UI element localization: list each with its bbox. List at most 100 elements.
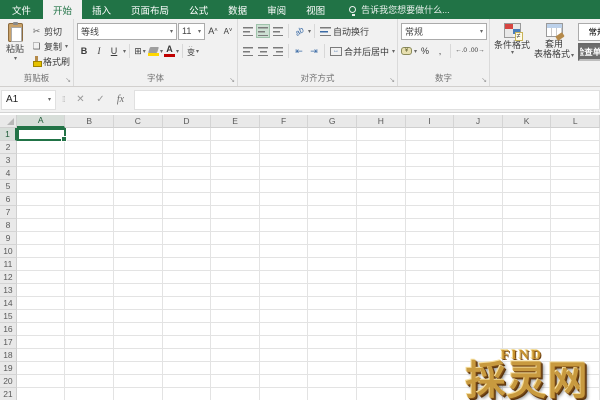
- row-header-21[interactable]: 21: [0, 388, 17, 400]
- cell-K14[interactable]: [503, 297, 552, 310]
- cell-F20[interactable]: [260, 375, 309, 388]
- cell-G19[interactable]: [308, 362, 357, 375]
- cell-D10[interactable]: [163, 245, 212, 258]
- copy-dropdown-icon[interactable]: ▾: [65, 43, 68, 50]
- align-bottom-button[interactable]: [271, 24, 285, 38]
- row-header-2[interactable]: 2: [0, 141, 17, 154]
- cell-I11[interactable]: [406, 258, 455, 271]
- italic-button[interactable]: I: [92, 43, 106, 59]
- underline-button[interactable]: U: [107, 43, 121, 59]
- cell-L16[interactable]: [551, 323, 600, 336]
- cell-H14[interactable]: [357, 297, 406, 310]
- cell-B11[interactable]: [65, 258, 114, 271]
- cell-A8[interactable]: [17, 219, 66, 232]
- cell-J14[interactable]: [454, 297, 503, 310]
- cell-I4[interactable]: [406, 167, 455, 180]
- cell-B3[interactable]: [65, 154, 114, 167]
- copy-button[interactable]: ❏ 复制 ▾: [29, 39, 72, 53]
- cell-C5[interactable]: [114, 180, 163, 193]
- cell-C16[interactable]: [114, 323, 163, 336]
- cell-D17[interactable]: [163, 336, 212, 349]
- cell-L15[interactable]: [551, 310, 600, 323]
- cell-C15[interactable]: [114, 310, 163, 323]
- alignment-dialog-launcher-icon[interactable]: ↘: [389, 77, 395, 84]
- cell-J11[interactable]: [454, 258, 503, 271]
- name-box[interactable]: A1 ▾: [1, 90, 56, 110]
- cell-G14[interactable]: [308, 297, 357, 310]
- cell-F5[interactable]: [260, 180, 309, 193]
- cell-H7[interactable]: [357, 206, 406, 219]
- cell-D3[interactable]: [163, 154, 212, 167]
- cell-D15[interactable]: [163, 310, 212, 323]
- cell-G9[interactable]: [308, 232, 357, 245]
- cell-K4[interactable]: [503, 167, 552, 180]
- cell-E12[interactable]: [211, 271, 260, 284]
- cell-E16[interactable]: [211, 323, 260, 336]
- cell-A3[interactable]: [17, 154, 66, 167]
- cell-K18[interactable]: [503, 349, 552, 362]
- cell-D6[interactable]: [163, 193, 212, 206]
- cell-J21[interactable]: [454, 388, 503, 400]
- cell-I14[interactable]: [406, 297, 455, 310]
- cell-C14[interactable]: [114, 297, 163, 310]
- cell-L11[interactable]: [551, 258, 600, 271]
- tab-home[interactable]: 开始: [43, 0, 82, 19]
- cell-B20[interactable]: [65, 375, 114, 388]
- cell-F2[interactable]: [260, 141, 309, 154]
- column-header-J[interactable]: J: [454, 115, 503, 128]
- cell-F6[interactable]: [260, 193, 309, 206]
- insert-function-button[interactable]: fx: [110, 94, 130, 105]
- cell-I8[interactable]: [406, 219, 455, 232]
- wrap-text-button[interactable]: 自动换行: [318, 24, 371, 38]
- cell-H20[interactable]: [357, 375, 406, 388]
- align-top-button[interactable]: [241, 24, 255, 38]
- align-right-button[interactable]: [271, 44, 285, 58]
- row-header-8[interactable]: 8: [0, 219, 17, 232]
- tab-view[interactable]: 视图: [296, 0, 335, 19]
- cell-G5[interactable]: [308, 180, 357, 193]
- cell-H4[interactable]: [357, 167, 406, 180]
- row-header-16[interactable]: 16: [0, 323, 17, 336]
- cell-A2[interactable]: [17, 141, 66, 154]
- cell-J2[interactable]: [454, 141, 503, 154]
- format-as-table-button[interactable]: 套用 表格格式▾: [533, 21, 575, 60]
- cell-I21[interactable]: [406, 388, 455, 400]
- cell-I7[interactable]: [406, 206, 455, 219]
- cell-J20[interactable]: [454, 375, 503, 388]
- row-header-1[interactable]: 1: [0, 128, 17, 141]
- cell-L13[interactable]: [551, 284, 600, 297]
- decrease-indent-button[interactable]: ⇤: [292, 44, 306, 58]
- cell-J15[interactable]: [454, 310, 503, 323]
- increase-decimal-button[interactable]: ←.0: [454, 43, 468, 59]
- cell-H15[interactable]: [357, 310, 406, 323]
- paste-dropdown-icon[interactable]: ▾: [14, 55, 17, 62]
- cell-L3[interactable]: [551, 154, 600, 167]
- cell-J9[interactable]: [454, 232, 503, 245]
- row-header-10[interactable]: 10: [0, 245, 17, 258]
- cell-B9[interactable]: [65, 232, 114, 245]
- tab-formulas[interactable]: 公式: [179, 0, 218, 19]
- cell-L7[interactable]: [551, 206, 600, 219]
- cell-L21[interactable]: [551, 388, 600, 400]
- cell-B4[interactable]: [65, 167, 114, 180]
- orientation-button[interactable]: ab: [292, 24, 306, 38]
- column-header-E[interactable]: E: [211, 115, 260, 128]
- cell-F14[interactable]: [260, 297, 309, 310]
- cell-H8[interactable]: [357, 219, 406, 232]
- cell-A19[interactable]: [17, 362, 66, 375]
- cell-G11[interactable]: [308, 258, 357, 271]
- cell-E18[interactable]: [211, 349, 260, 362]
- cell-E11[interactable]: [211, 258, 260, 271]
- cancel-button[interactable]: ✕: [70, 94, 90, 105]
- cell-I1[interactable]: [406, 128, 455, 141]
- row-header-7[interactable]: 7: [0, 206, 17, 219]
- phonetic-guide-button[interactable]: ··变 ▾: [186, 43, 200, 59]
- cell-G21[interactable]: [308, 388, 357, 400]
- accounting-dropdown-icon[interactable]: ▾: [414, 48, 417, 55]
- cell-B5[interactable]: [65, 180, 114, 193]
- cell-C11[interactable]: [114, 258, 163, 271]
- cell-G4[interactable]: [308, 167, 357, 180]
- cell-F19[interactable]: [260, 362, 309, 375]
- cell-H18[interactable]: [357, 349, 406, 362]
- cell-B13[interactable]: [65, 284, 114, 297]
